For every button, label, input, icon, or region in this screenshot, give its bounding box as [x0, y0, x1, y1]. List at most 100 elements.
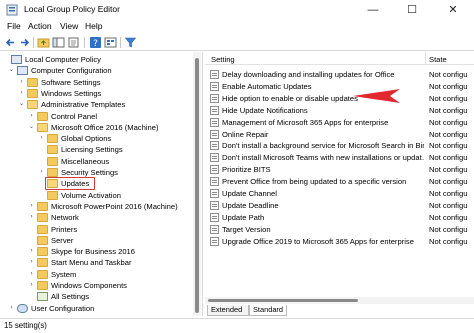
policy-row[interactable]: Don't install Microsoft Teams with new i… [205, 152, 474, 163]
folder-icon [37, 281, 48, 290]
policy-row[interactable]: Delay downloading and installing updates… [205, 69, 474, 80]
toolbar: ? [0, 35, 474, 51]
list-horizontal-scrollbar[interactable] [205, 297, 474, 304]
expand-chevron-icon[interactable]: › [8, 303, 15, 314]
policy-state: Not configu [429, 165, 468, 175]
export-list-icon[interactable] [67, 36, 80, 49]
policy-state: Not configu [429, 117, 468, 127]
policy-name: Hide Update Notifications [222, 105, 308, 115]
column-header-setting[interactable]: Setting [211, 55, 235, 64]
expand-chevron-icon[interactable]: › [18, 77, 25, 88]
policy-row[interactable]: Update Channel Not configu [205, 188, 474, 199]
back-icon[interactable] [4, 36, 17, 49]
show-hide-tree-icon[interactable] [52, 36, 65, 49]
tree-item[interactable]: › Global Options [0, 133, 192, 144]
policy-row[interactable]: Update Deadline Not configu [205, 200, 474, 211]
tree-item[interactable]: Printers [0, 224, 192, 235]
list-scrollbar-thumb[interactable] [208, 299, 358, 302]
tree-item[interactable]: Local Computer Policy [0, 54, 192, 65]
tree-item[interactable]: All Settings [0, 291, 192, 302]
expand-chevron-icon[interactable]: › [28, 257, 35, 268]
collapse-chevron-icon[interactable]: ⌄ [28, 122, 35, 133]
policy-row[interactable]: Hide option to enable or disable updates… [205, 93, 474, 104]
expand-chevron-icon[interactable]: › [38, 133, 45, 144]
tree-item-label: Volume Activation [61, 190, 121, 200]
tree-item[interactable]: › Software Settings [0, 77, 192, 88]
policy-state: Not configu [429, 200, 468, 210]
column-divider[interactable] [425, 52, 426, 65]
collapse-chevron-icon[interactable]: ⌄ [18, 99, 25, 110]
policy-row[interactable]: Enable Automatic Updates Not configu [205, 81, 474, 92]
view-icon[interactable] [104, 36, 117, 49]
pane-splitter[interactable] [202, 52, 203, 316]
tree-item[interactable]: › System [0, 269, 192, 280]
filter-icon[interactable] [124, 36, 137, 49]
menu-help[interactable]: Help [85, 21, 102, 31]
tab-extended[interactable]: Extended [207, 305, 249, 316]
folder-icon [47, 168, 58, 177]
menu-view[interactable]: View [60, 21, 78, 31]
maximize-button[interactable]: ☐ [395, 0, 429, 20]
tree-item[interactable]: ⌄ Computer Configuration [0, 65, 192, 76]
tree-vertical-scrollbar[interactable] [193, 52, 201, 316]
tree-item[interactable]: › Security Settings [0, 167, 192, 178]
expand-chevron-icon[interactable]: › [38, 167, 45, 178]
menu-bar: File Action View Help [0, 20, 474, 34]
expand-chevron-icon[interactable]: › [28, 212, 35, 223]
close-button[interactable]: ✕ [436, 0, 470, 20]
tree-item[interactable]: Miscellaneous [0, 156, 192, 167]
forward-icon[interactable] [18, 36, 31, 49]
tab-standard[interactable]: Standard [249, 305, 287, 316]
menu-action[interactable]: Action [28, 21, 52, 31]
tree-item[interactable]: › Microsoft PowerPoint 2016 (Machine) [0, 201, 192, 212]
tree-item[interactable]: › Skype for Business 2016 [0, 246, 192, 257]
policy-row[interactable]: Hide Update Notifications Not configu [205, 105, 474, 116]
tree-item[interactable]: Updates [0, 177, 192, 191]
tree-item[interactable]: › Control Panel [0, 111, 192, 122]
policy-name: Target Version [222, 224, 271, 234]
policy-row[interactable]: Upgrade Office 2019 to Microsoft 365 App… [205, 236, 474, 247]
tree-scrollbar-thumb[interactable] [195, 58, 199, 313]
tree-item-label: Miscellaneous [61, 156, 110, 166]
policy-row[interactable]: Online Repair Not configu [205, 129, 474, 140]
policy-row[interactable]: Update Path Not configu [205, 212, 474, 223]
expand-chevron-icon[interactable]: › [28, 111, 35, 122]
policy-row[interactable]: Don't install a background service for M… [205, 140, 474, 151]
policy-row[interactable]: Target Version Not configu [205, 224, 474, 235]
policy-row[interactable]: Management of Microsoft 365 Apps for ent… [205, 117, 474, 128]
column-header-state[interactable]: State [429, 55, 447, 64]
policy-state: Not configu [429, 189, 468, 198]
expand-chevron-icon[interactable]: › [28, 280, 35, 291]
expand-chevron-icon[interactable]: › [28, 269, 35, 280]
menu-file[interactable]: File [7, 21, 21, 31]
tree-item-label: System [51, 269, 77, 279]
tree-item[interactable]: › Windows Settings [0, 88, 192, 99]
tree-item[interactable]: Licensing Settings [0, 144, 192, 155]
help-icon[interactable]: ? [89, 36, 102, 49]
tree-item[interactable]: ⌄ Administrative Templates [0, 99, 192, 110]
collapse-chevron-icon[interactable]: ⌄ [8, 65, 15, 76]
expand-chevron-icon[interactable]: › [18, 88, 25, 99]
selected-item-highlight [45, 177, 95, 191]
tree-item-label: Windows Components [51, 281, 127, 290]
tree-item-label: All Settings [51, 292, 89, 302]
minimize-button[interactable]: — [356, 0, 390, 20]
tree-item-label: Printers [51, 224, 78, 234]
tree-item[interactable]: ⌄ Microsoft Office 2016 (Machine) [0, 122, 192, 133]
tree-item[interactable]: › User Configuration [0, 303, 192, 314]
tree-item[interactable]: › Start Menu and Taskbar [0, 257, 192, 268]
tree-item[interactable]: › Windows Components [0, 280, 192, 291]
tree-item[interactable]: Server [0, 235, 192, 246]
annotation-arrow-icon [353, 89, 400, 103]
tree-item-label: User Configuration [31, 303, 95, 313]
folder-up-icon[interactable] [37, 36, 50, 49]
policy-row[interactable]: Prioritize BITS Not configu [205, 164, 474, 175]
expand-chevron-icon[interactable]: › [28, 246, 35, 257]
policy-row[interactable]: Prevent Office from being updated to a s… [205, 176, 474, 187]
tree-item[interactable]: › Network [0, 212, 192, 223]
expand-chevron-icon[interactable]: › [28, 201, 35, 212]
tree-item[interactable]: Volume Activation [0, 190, 192, 201]
computer-icon [17, 66, 28, 76]
